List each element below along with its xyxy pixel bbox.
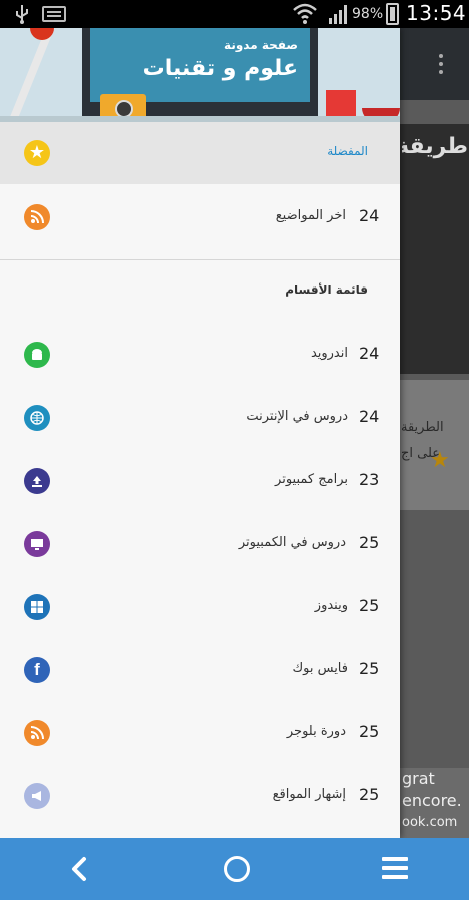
facebook-icon: f (24, 657, 50, 683)
back-icon[interactable] (66, 855, 94, 883)
upload-icon (24, 468, 50, 494)
battery-percent: 98% (352, 6, 384, 22)
rss-icon (24, 204, 50, 230)
rss-icon (24, 720, 50, 746)
battery-icon (386, 3, 399, 25)
drawer-item-count: 24 (359, 407, 380, 426)
megaphone-icon (24, 783, 50, 809)
star-icon: ★ (24, 140, 50, 166)
clock: 13:54 (406, 1, 467, 25)
drawer-item-blogger-course[interactable]: دورة بلوجر 25 (0, 702, 400, 764)
background-app: طريقة الطريقة على اج ★ grat encore. ook.… (400, 28, 469, 838)
home-icon[interactable] (224, 856, 250, 882)
drawer-item-label: دورة بلوجر (286, 724, 346, 739)
drawer-item-label: ويندوز (314, 598, 348, 613)
ad-line: ook.com (402, 815, 458, 830)
drawer-item-site-promotion[interactable]: إشهار المواقع 25 (0, 765, 400, 827)
android-icon (24, 342, 50, 368)
drawer-item-count: 24 (359, 206, 380, 225)
drawer-header: صفحة مدونة علوم و تقنيات (0, 28, 400, 122)
drawer-item-label: اخر المواضيع (275, 208, 346, 223)
drawer-item-count: 24 (359, 344, 380, 363)
monitor-icon (24, 531, 50, 557)
drawer-item-count: 25 (359, 785, 380, 804)
drawer-item-windows[interactable]: ويندوز 25 (0, 576, 400, 638)
drawer-item-label: المفضلة (327, 144, 368, 158)
section-title: قائمة الأقسام (285, 283, 368, 297)
header-title: علوم و تقنيات (142, 56, 298, 81)
background-card: الطريقة على اج (400, 380, 469, 510)
header-screen: صفحة مدونة علوم و تقنيات (90, 28, 310, 102)
drawer-item-label: اندرويد (310, 346, 348, 361)
wifi-icon (293, 3, 317, 24)
ad-line: encore. (402, 791, 462, 810)
background-banner: طريقة (400, 124, 469, 374)
background-toolbar (400, 28, 469, 100)
lamp-head-illustration (30, 28, 54, 40)
drawer-item-label: فايس بوك (292, 661, 348, 676)
drawer-item-count: 25 (359, 722, 380, 741)
system-nav-bar (0, 838, 469, 900)
keyboard-icon (42, 6, 66, 22)
drawer-item-android[interactable]: اندرويد 24 (0, 324, 400, 386)
overflow-menu-icon (439, 54, 443, 74)
globe-icon (24, 405, 50, 431)
drawer-item-internet[interactable]: دروس في الإنترنت 24 (0, 387, 400, 449)
ad-line: grat (402, 769, 435, 788)
signal-icon (329, 5, 347, 24)
usb-icon (16, 5, 28, 24)
background-ad: grat encore. ook.com (400, 768, 469, 838)
status-bar: 98% 13:54 (0, 0, 469, 28)
drawer-item-label: دروس في الإنترنت (246, 409, 348, 424)
drawer-item-facebook[interactable]: f فايس بوك 25 (0, 639, 400, 701)
background-card-line: الطريقة (401, 420, 444, 435)
drawer-item-count: 25 (359, 596, 380, 615)
drawer-item-count: 23 (359, 470, 380, 489)
background-banner-title: طريقة (402, 134, 468, 159)
drawer-item-favorites[interactable]: ★ المفضلة (0, 122, 400, 184)
divider (0, 259, 400, 260)
header-subtitle: صفحة مدونة (224, 38, 298, 52)
drawer-item-label: دروس في الكمبيوتر (238, 535, 346, 550)
drawer-item-label: برامج كمبيوتر (275, 472, 348, 487)
star-icon: ★ (430, 448, 450, 473)
drawer-item-count: 25 (359, 533, 380, 552)
menu-icon[interactable] (382, 857, 408, 881)
windows-icon (24, 594, 50, 620)
drawer-item-latest[interactable]: اخر المواضيع 24 (0, 186, 400, 248)
drawer-item-software[interactable]: برامج كمبيوتر 23 (0, 450, 400, 512)
drawer-item-computer-lessons[interactable]: دروس في الكمبيوتر 25 (0, 513, 400, 575)
drawer-item-count: 25 (359, 659, 380, 678)
navigation-drawer: صفحة مدونة علوم و تقنيات ★ المفضلة اخر ا… (0, 28, 400, 838)
lamp-illustration (7, 28, 57, 122)
drawer-item-label: إشهار المواقع (272, 787, 346, 802)
